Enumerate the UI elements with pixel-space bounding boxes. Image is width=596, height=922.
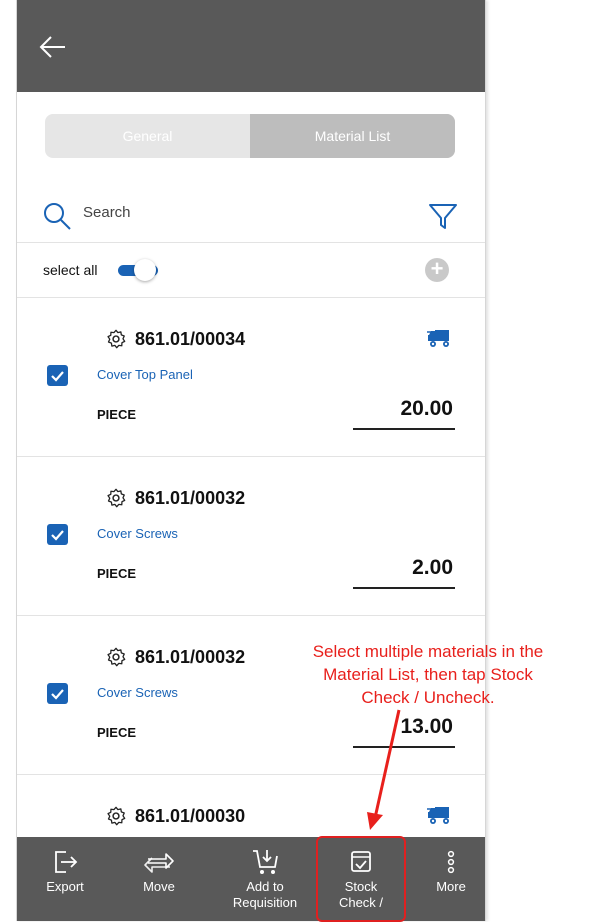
material-description: Cover Screws	[97, 685, 178, 700]
filter-icon[interactable]	[427, 200, 459, 232]
material-code: 861.01/00032	[135, 488, 246, 508]
search-icon	[44, 203, 71, 230]
back-button[interactable]	[35, 30, 71, 64]
annotation-line-3: Check / Uncheck.	[361, 688, 495, 707]
select-all-row: select all +	[17, 243, 485, 298]
toggle-knob	[134, 259, 156, 281]
add-to-label-line2: Requisition	[232, 895, 298, 910]
gear-icon	[107, 488, 126, 508]
phone-screen: General Material List Search select all …	[16, 0, 486, 921]
search-bar[interactable]: Search	[17, 188, 485, 243]
search-placeholder: Search	[83, 204, 131, 221]
cart-download-icon	[253, 850, 278, 874]
move-button[interactable]: Move	[121, 837, 197, 921]
move-arrows-icon	[144, 853, 174, 873]
stock-check-highlight	[316, 836, 406, 922]
export-button[interactable]: Export	[27, 837, 103, 921]
add-icon[interactable]: +	[425, 258, 449, 282]
checkmark-icon	[51, 530, 64, 541]
quantity-value: 20.00	[400, 397, 453, 420]
material-description: Cover Top Panel	[97, 367, 193, 382]
export-icon	[55, 851, 78, 873]
truck-icon	[427, 807, 449, 824]
unit-label: PIECE	[97, 407, 137, 422]
quantity-field[interactable]: 2.00	[353, 553, 455, 589]
truck-icon	[427, 330, 449, 347]
arrow-left-icon	[39, 36, 65, 58]
bottom-action-bar: Export Move Add to Requisition Stock Che…	[17, 837, 485, 921]
annotation-line-2: Material List, then tap Stock	[323, 665, 533, 684]
item-checkbox[interactable]	[47, 683, 68, 704]
material-code: 861.01/00030	[135, 806, 246, 826]
more-button[interactable]: More	[423, 837, 479, 921]
quantity-value: 13.00	[400, 715, 453, 738]
unit-label: PIECE	[97, 725, 137, 740]
top-app-bar	[17, 0, 485, 92]
gear-icon	[107, 329, 126, 349]
list-item[interactable]: 861.01/00032 Cover Screws PIECE 2.00	[17, 457, 485, 616]
tab-general[interactable]: General	[45, 114, 250, 158]
list-item[interactable]: 861.01/00034 Cover Top Panel PIECE 20.00	[17, 298, 485, 457]
quantity-field[interactable]: 20.00	[353, 394, 455, 430]
move-label: Move	[143, 879, 175, 894]
annotation-line-1: Select multiple materials in the	[312, 642, 544, 661]
segmented-control: General Material List	[45, 114, 455, 158]
unit-label: PIECE	[97, 566, 137, 581]
export-label: Export	[46, 879, 84, 894]
more-vertical-icon	[447, 850, 455, 874]
add-to-requisition-button[interactable]: Add to Requisition	[217, 837, 313, 921]
add-to-label-line1: Add to	[246, 879, 284, 894]
more-label: More	[436, 879, 466, 894]
annotation-callout: Select multiple materials in the Materia…	[268, 640, 588, 709]
quantity-value: 2.00	[412, 556, 453, 579]
gear-icon	[107, 806, 126, 826]
material-description: Cover Screws	[97, 526, 178, 541]
gear-icon	[107, 647, 126, 667]
item-checkbox[interactable]	[47, 365, 68, 386]
checkmark-icon	[51, 689, 64, 700]
select-all-label: select all	[43, 262, 98, 278]
quantity-field[interactable]: 13.00	[353, 712, 455, 748]
select-all-toggle[interactable]	[118, 259, 160, 281]
item-checkbox[interactable]	[47, 524, 68, 545]
material-code: 861.01/00032	[135, 647, 246, 667]
tab-material-list[interactable]: Material List	[250, 114, 455, 158]
checkmark-icon	[51, 371, 64, 382]
material-code: 861.01/00034	[135, 329, 246, 349]
